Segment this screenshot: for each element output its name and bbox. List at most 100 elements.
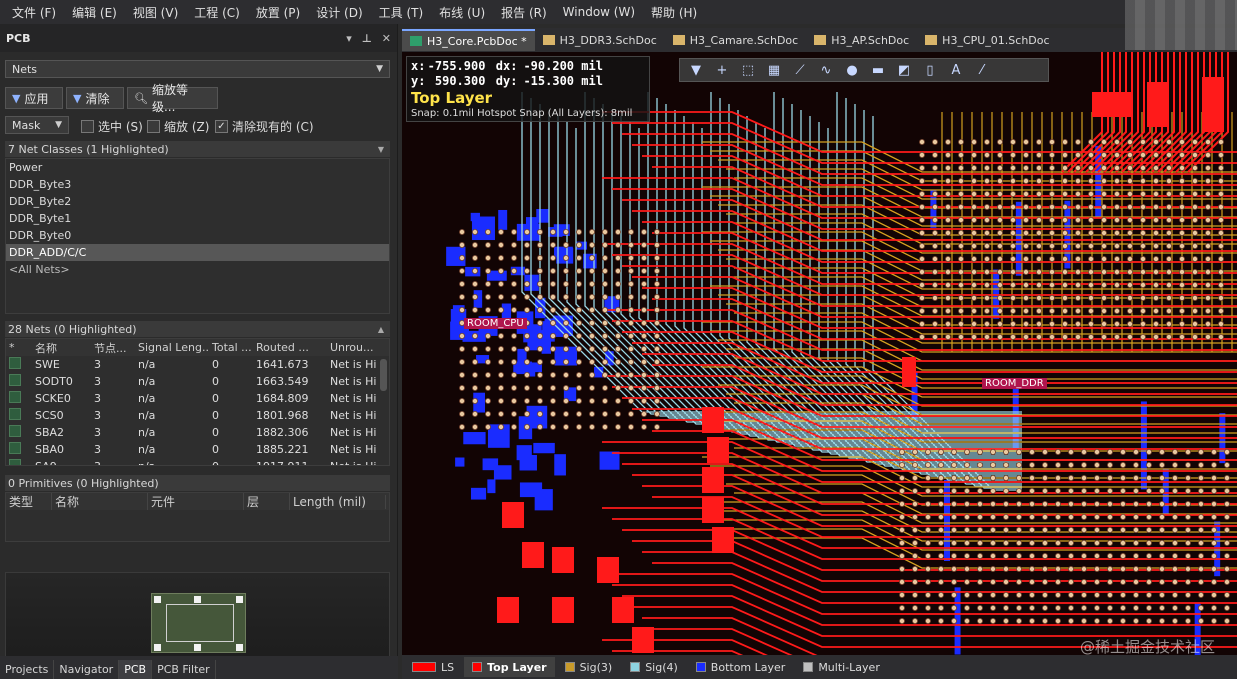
panel-tab[interactable]: Projects	[0, 660, 55, 679]
panel-tab[interactable]: PCB Filter	[152, 660, 216, 679]
panel-tab[interactable]: PCB	[119, 660, 153, 679]
checkbox[interactable]	[147, 120, 160, 133]
apply-button[interactable]: ▼ 应用	[5, 87, 63, 109]
menu-item[interactable]: 报告 (R)	[493, 4, 555, 21]
line-icon[interactable]: ⁄	[970, 60, 994, 80]
column-header[interactable]: *	[6, 341, 32, 354]
text-icon[interactable]: A	[944, 60, 968, 80]
checkbox[interactable]: ✓	[215, 120, 228, 133]
net-color-swatch[interactable]	[9, 408, 21, 420]
bga-via	[511, 293, 518, 300]
diff-pair-icon[interactable]: ∿	[814, 60, 838, 80]
net-color-swatch[interactable]	[9, 425, 21, 437]
column-header[interactable]: Unrou...	[327, 341, 377, 354]
column-header[interactable]: 元件	[148, 493, 244, 510]
document-tab[interactable]: H3_AP.SchDoc	[806, 29, 917, 51]
net-class-item[interactable]: <All Nets>	[6, 261, 389, 278]
column-header[interactable]: Length (mil)	[290, 494, 386, 509]
net-color-swatch[interactable]	[9, 357, 21, 369]
highlight-icon[interactable]: ●	[840, 60, 864, 80]
component-icon[interactable]: ▦	[762, 60, 786, 80]
bga-via	[1049, 216, 1056, 223]
bga-via	[1094, 552, 1101, 559]
net-class-item[interactable]: DDR_Byte0	[6, 227, 389, 244]
select-rect-icon[interactable]: ⬚	[736, 60, 760, 80]
menu-item[interactable]: 放置 (P)	[248, 4, 308, 21]
bga-via	[1003, 500, 1010, 507]
cross-icon[interactable]: +	[710, 60, 734, 80]
bga-via	[971, 268, 978, 275]
filter-icon[interactable]: ▼	[684, 60, 708, 80]
nets-scrollbar[interactable]	[380, 359, 387, 391]
menu-item[interactable]: 帮助 (H)	[643, 4, 705, 21]
layer-tab[interactable]: Sig(3)	[557, 657, 621, 677]
document-tab[interactable]: H3_DDR3.SchDoc	[535, 29, 665, 51]
checkbox[interactable]	[81, 120, 94, 133]
menu-item[interactable]: 文件 (F)	[4, 4, 64, 21]
net-color-swatch[interactable]	[9, 459, 21, 465]
column-header[interactable]: Routed ...	[253, 341, 327, 354]
bga-via	[549, 410, 556, 417]
menu-item[interactable]: 布线 (U)	[431, 4, 493, 21]
column-header[interactable]: 节点...	[91, 340, 135, 356]
column-header[interactable]: 类型	[6, 493, 52, 510]
net-class-item[interactable]: Power	[6, 159, 389, 176]
close-icon[interactable]: ✕	[382, 32, 391, 45]
zoom-level-button[interactable]: 🔍︎ 缩放等级...	[127, 83, 218, 114]
layer-tab[interactable]: Sig(4)	[622, 657, 686, 677]
mask-select[interactable]: Mask ▼	[5, 116, 69, 134]
document-tab[interactable]: H3_CPU_01.SchDoc	[917, 29, 1057, 51]
menu-item[interactable]: 工具 (T)	[371, 4, 432, 21]
mode-select[interactable]: Nets ▼	[5, 60, 390, 78]
dimension-icon[interactable]: ▯	[918, 60, 942, 80]
bga-via	[1192, 178, 1199, 185]
column-header[interactable]: Total ...	[209, 341, 253, 354]
net-class-item[interactable]: DDR_ADD/C/C	[6, 244, 389, 261]
net-color-swatch[interactable]	[9, 391, 21, 403]
checkbox-option[interactable]: ✓ 清除现有的 (C)	[215, 118, 314, 135]
layer-tab[interactable]: Bottom Layer	[688, 657, 794, 677]
net-row[interactable]: SODT0 3 n/a 0 1663.549 Net is Hic	[6, 373, 389, 390]
bga-via	[1068, 579, 1075, 586]
menu-item[interactable]: 编辑 (E)	[64, 4, 125, 21]
bga-via	[549, 241, 556, 248]
clear-button[interactable]: ▼ 清除	[66, 87, 124, 109]
layer-tab[interactable]: Top Layer	[464, 657, 555, 677]
fill-icon[interactable]: ▬	[866, 60, 890, 80]
net-row[interactable]: SCS0 3 n/a 0 1801.968 Net is Hic	[6, 407, 389, 424]
panel-tab[interactable]: Navigator	[54, 660, 120, 679]
checkbox-option[interactable]: 选中 (S)	[81, 118, 143, 135]
document-tab[interactable]: H3_Core.PcbDoc *	[402, 29, 535, 51]
net-row[interactable]: SCKE0 3 n/a 0 1684.809 Net is Hic	[6, 390, 389, 407]
bga-via	[1192, 190, 1199, 197]
checkbox-option[interactable]: 缩放 (Z)	[147, 118, 209, 135]
route-icon[interactable]: ⟋	[788, 60, 812, 80]
menu-item[interactable]: 视图 (V)	[125, 4, 186, 21]
column-header[interactable]: Signal Leng...	[135, 341, 209, 354]
menu-item[interactable]: 工程 (C)	[186, 4, 248, 21]
column-header[interactable]: 名称	[32, 340, 91, 356]
net-color-swatch[interactable]	[9, 442, 21, 454]
net-class-item[interactable]: DDR_Byte1	[6, 210, 389, 227]
column-header[interactable]: 名称	[52, 493, 148, 510]
region-icon[interactable]: ◩	[892, 60, 916, 80]
net-row[interactable]: SA93n/a01917.911Net is Hic	[6, 458, 389, 465]
net-class-item[interactable]: DDR_Byte2	[6, 193, 389, 210]
layer-tab[interactable]: LS	[404, 657, 462, 677]
bga-via	[898, 461, 905, 468]
net-row[interactable]: SBA0 3 n/a 0 1885.221 Net is Hic	[6, 441, 389, 458]
column-header[interactable]: 层	[244, 493, 290, 510]
document-tab[interactable]: H3_Camare.SchDoc	[665, 29, 806, 51]
net-class-item[interactable]: DDR_Byte3	[6, 176, 389, 193]
pcb-canvas[interactable]: ROOM_CPU ROOM_DDR x: -755.900 dx: -90.20…	[402, 52, 1237, 655]
panel-menu-icon[interactable]: ▾	[346, 32, 352, 45]
menu-item[interactable]: Window (W)	[555, 5, 643, 19]
menu-item[interactable]: 设计 (D)	[308, 4, 370, 21]
board-corner-marker	[236, 644, 243, 651]
net-color-swatch[interactable]	[9, 374, 21, 386]
net-row[interactable]: SBA2 3 n/a 0 1882.306 Net is Hic	[6, 424, 389, 441]
pin-icon[interactable]: ⊥	[362, 32, 372, 45]
layer-tab[interactable]: Multi-Layer	[795, 657, 888, 677]
net-row[interactable]: SWE 3 n/a 0 1641.673 Net is Hic	[6, 356, 389, 373]
bga-via	[1159, 474, 1166, 481]
